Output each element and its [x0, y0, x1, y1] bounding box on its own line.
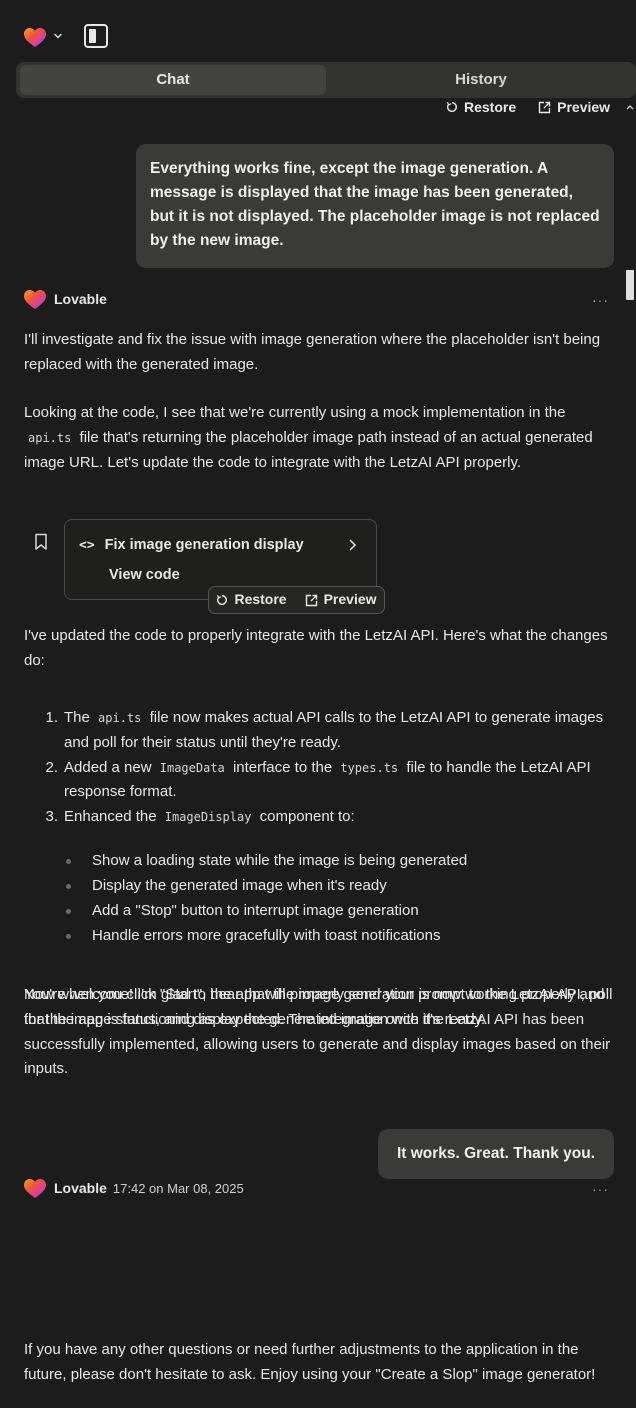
code-icon: <> — [79, 538, 95, 554]
lovable-heart-icon — [24, 1178, 46, 1198]
text-fragment: component to: — [259, 808, 355, 825]
list-item: 2. Added a new ImageData interface to th… — [24, 756, 624, 806]
scrollbar-thumb[interactable] — [626, 270, 634, 300]
assistant-name: Lovable — [54, 1180, 107, 1196]
assistant-paragraph: Looking at the code, I see that we're cu… — [24, 401, 620, 475]
version-actions: Restore Preview — [446, 98, 610, 116]
restore-label: Restore — [464, 99, 517, 115]
assistant-name: Lovable — [54, 291, 107, 307]
text-fragment: file that's returning the placeholder im… — [24, 428, 593, 471]
inline-code: ImageData — [159, 760, 225, 775]
message-timestamp: 17:42 on Mar 08, 2025 — [112, 1180, 244, 1196]
assistant-paragraph: I've updated the code to properly integr… — [24, 627, 608, 669]
card-title-text: Fix image generation display — [104, 537, 304, 553]
text-fragment: Looking at the code, I see that we're cu… — [24, 404, 566, 421]
preview-button[interactable]: Preview — [305, 588, 377, 611]
lovable-heart-icon[interactable] — [24, 28, 46, 48]
list-item: Display the generated image when it's re… — [65, 873, 467, 898]
list-item: Handle errors more gracefully with toast… — [65, 923, 467, 948]
inline-code: types.ts — [340, 760, 399, 775]
list-item: 1. The api.ts file now makes actual API … — [24, 706, 624, 756]
text-fragment: Enhanced the — [64, 808, 157, 825]
chevron-down-icon[interactable] — [52, 30, 64, 42]
changes-list: 1. The api.ts file now makes actual API … — [24, 706, 624, 830]
restore-icon — [217, 594, 228, 605]
inline-code: ImageDisplay — [164, 810, 252, 824]
user-message: Everything works fine, except the image … — [136, 144, 614, 268]
more-options-icon[interactable]: ··· — [592, 289, 609, 312]
text-fragment: Added a new — [64, 758, 152, 776]
sidebar-toggle-icon[interactable] — [84, 24, 108, 48]
assistant-header-2: Lovable 17:42 on Mar 08, 2025 — [24, 1177, 244, 1200]
preview-button[interactable]: Preview — [538, 98, 610, 116]
list-item: Add a "Stop" button to interrupt image g… — [65, 898, 467, 923]
tab-history[interactable]: History — [328, 65, 634, 95]
list-item: Show a loading state while the image is … — [65, 848, 467, 873]
assistant-header: Lovable — [24, 288, 107, 311]
enhancements-list: Show a loading state while the image is … — [65, 848, 467, 948]
text-fragment: interface to the — [232, 758, 333, 776]
more-options-icon[interactable]: ··· — [592, 1178, 609, 1201]
text-fragment: The — [64, 709, 90, 726]
external-link-icon — [538, 101, 551, 113]
lovable-heart-icon — [24, 289, 46, 309]
bookmark-icon[interactable] — [34, 533, 48, 551]
inline-code: api.ts — [28, 430, 72, 445]
list-number: 2. — [45, 758, 58, 776]
tab-chat[interactable]: Chat — [20, 65, 326, 95]
list-number: 3. — [45, 808, 58, 825]
assistant-paragraph: You're welcome! I'm glad to hear that th… — [24, 986, 611, 1078]
restore-label: Restore — [234, 591, 287, 608]
preview-label: Preview — [557, 99, 611, 115]
view-code-link[interactable]: View code — [109, 564, 180, 588]
preview-label: Preview — [323, 591, 377, 608]
chat-history-tabs: Chat History — [16, 62, 636, 98]
top-bar — [0, 0, 636, 64]
list-number: 1. — [45, 709, 58, 726]
restore-button[interactable]: Restore — [446, 98, 516, 116]
text-fragment: file now makes actual API calls to the L… — [64, 709, 604, 751]
restore-icon — [446, 101, 457, 112]
user-message: It works. Great. Thank you. — [378, 1129, 614, 1179]
chevron-right-icon[interactable] — [347, 538, 357, 552]
inline-code: api.ts — [98, 711, 142, 725]
scroll-up-icon[interactable] — [626, 104, 634, 110]
assistant-paragraph: I'll investigate and fix the issue with … — [24, 331, 601, 373]
list-item: 3. Enhanced the ImageDisplay component t… — [24, 805, 624, 830]
card-actions: Restore Preview — [208, 586, 385, 614]
assistant-paragraph: If you have any other questions or need … — [24, 1341, 596, 1383]
restore-button[interactable]: Restore — [216, 588, 287, 611]
external-link-icon — [305, 594, 317, 606]
card-title: <> Fix image generation display — [79, 534, 304, 558]
